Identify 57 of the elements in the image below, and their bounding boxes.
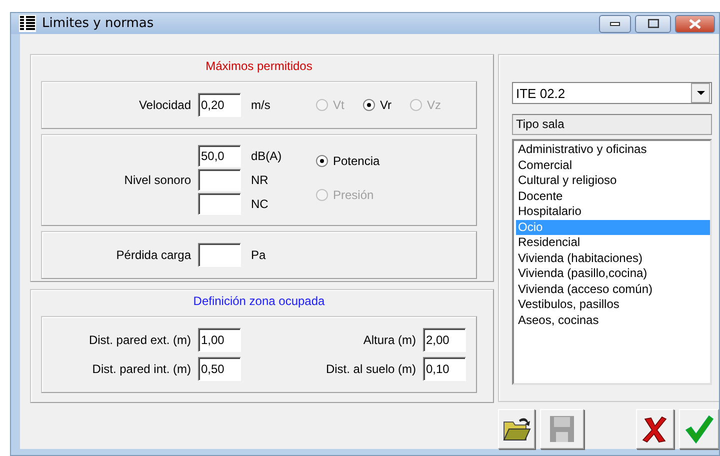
window-title: Limites y normas xyxy=(42,16,155,31)
list-item[interactable]: Residencial xyxy=(516,235,710,250)
distance-field[interactable]: 0,50 xyxy=(198,357,241,381)
group-title: Máximos permitidos xyxy=(206,59,312,73)
distance-field[interactable]: 0,10 xyxy=(423,357,466,381)
cancel-x-icon xyxy=(642,415,668,443)
field-label: Dist. pared ext. (m) xyxy=(88,333,191,347)
radio-icon xyxy=(316,99,328,111)
radio-option[interactable]: Vr xyxy=(363,98,410,112)
unit-label: m/s xyxy=(251,98,272,112)
list-item[interactable]: Vivienda (habitaciones) xyxy=(516,250,710,266)
unit-label: NR xyxy=(251,173,270,187)
distance-field[interactable]: 2,00 xyxy=(423,328,466,352)
list-item[interactable]: Vivienda (pasillo,cocina) xyxy=(516,266,710,282)
field-label: Pérdida carga xyxy=(115,248,191,262)
radio-icon xyxy=(316,155,328,167)
maximize-button[interactable] xyxy=(635,14,671,32)
unit-label: Pa xyxy=(251,248,267,262)
list-item[interactable]: Hospitalario xyxy=(516,204,710,220)
unit-label: NC xyxy=(251,197,270,211)
unit-label: dB(A) xyxy=(251,149,283,163)
list-item[interactable]: Docente xyxy=(516,188,710,204)
app-icon xyxy=(19,15,36,32)
field-label: Nivel sonoro xyxy=(123,173,191,187)
radio-icon xyxy=(410,99,422,111)
list-item[interactable]: Cultural y religioso xyxy=(516,173,710,188)
dropdown-arrow-icon xyxy=(696,91,704,95)
list-item[interactable]: Vestibulos, pasillos xyxy=(516,297,710,312)
distance-field[interactable]: 1,00 xyxy=(198,328,241,352)
sound-level-field[interactable] xyxy=(198,193,241,215)
pressure-loss-field[interactable] xyxy=(198,243,241,267)
field-label: Altura (m) xyxy=(362,333,416,347)
field-label: Velocidad xyxy=(138,98,191,112)
list-item[interactable]: Administrativo y oficinas xyxy=(516,142,710,158)
close-button[interactable] xyxy=(675,14,715,32)
minimize-icon xyxy=(610,22,620,26)
list-item[interactable]: Vivienda (acceso común) xyxy=(516,282,710,297)
cancel-button[interactable] xyxy=(636,409,674,449)
radio-option[interactable]: Potencia xyxy=(316,154,380,168)
list-header: Tipo sala xyxy=(512,114,712,135)
field-label: Dist. pared int. (m) xyxy=(91,362,191,376)
checkmark-icon xyxy=(684,414,714,444)
standard-dropdown[interactable]: ITE 02.2 xyxy=(512,82,712,104)
velocity-field[interactable]: 0,20 xyxy=(198,93,241,117)
sound-level-field[interactable] xyxy=(198,169,241,191)
minimize-button[interactable] xyxy=(599,14,631,32)
radio-icon xyxy=(363,99,375,111)
open-button[interactable] xyxy=(498,409,535,449)
list-item[interactable]: Aseos, cocinas xyxy=(516,312,710,328)
group-title: Definición zona ocupada xyxy=(193,294,325,308)
ok-button[interactable] xyxy=(679,409,719,449)
list-item[interactable]: Comercial xyxy=(516,158,710,173)
maximize-icon xyxy=(648,19,658,28)
radio-icon xyxy=(316,189,328,201)
field-label: Dist. al suelo (m) xyxy=(324,362,416,376)
close-icon xyxy=(689,18,701,28)
sound-level-field[interactable]: 50,0 xyxy=(198,145,241,167)
